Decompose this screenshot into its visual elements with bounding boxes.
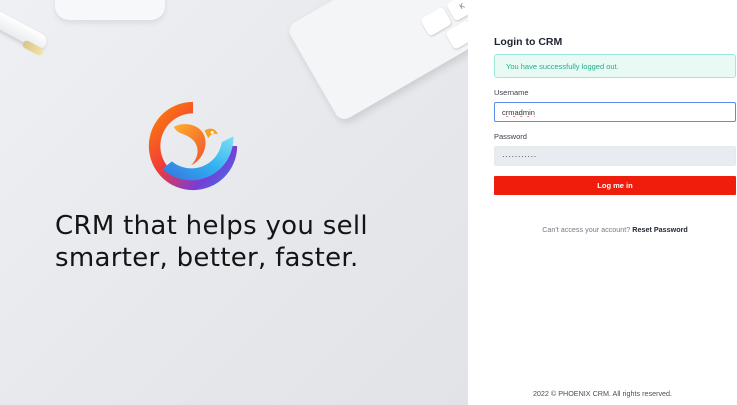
username-input[interactable] [494, 102, 736, 122]
footer-copyright: 2022 © PHOENIX CRM. All rights reserved. [532, 389, 673, 398]
login-button[interactable]: Log me in [494, 176, 736, 195]
password-input[interactable] [494, 146, 736, 166]
login-panel: Login to CRM You have successfully logge… [468, 0, 737, 405]
forgot-account-text: Can't access your account? [542, 225, 631, 234]
forgot-account-row: Can't access your account? Reset Passwor… [494, 225, 736, 234]
login-title: Login to CRM [494, 36, 563, 48]
keyboard-decoration: K [285, 0, 468, 123]
hero-tagline: CRM that helps you sell smarter, better,… [55, 210, 455, 274]
logout-success-alert: You have successfully logged out. [494, 54, 736, 78]
password-label: Password [494, 132, 527, 141]
username-label: Username [494, 88, 529, 97]
phoenix-logo-icon [148, 101, 238, 191]
login-form: Login to CRM You have successfully logge… [494, 36, 736, 234]
hero-panel: K CRM that helps you sell smarter, bette… [0, 0, 468, 405]
paper-decoration [55, 0, 165, 20]
tagline-line: CRM that helps you sell [55, 211, 368, 241]
reset-password-link[interactable]: Reset Password [632, 225, 688, 234]
tagline-line: smarter, better, faster. [55, 243, 359, 273]
